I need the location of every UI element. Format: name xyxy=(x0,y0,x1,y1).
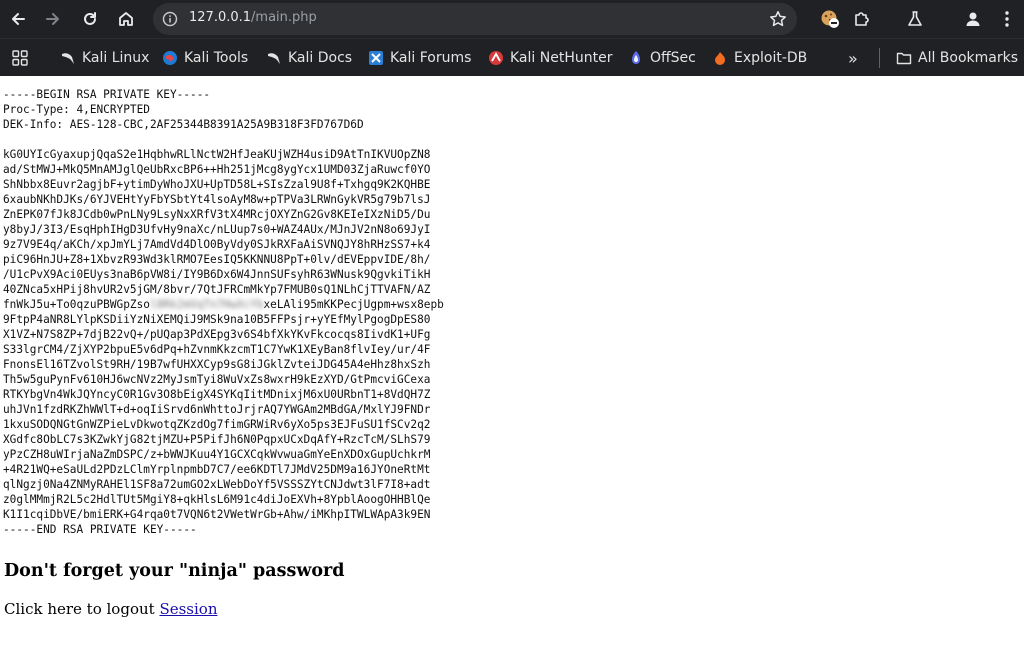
bookmark-kali-linux[interactable]: Kali Linux xyxy=(60,47,149,69)
bookmarks-bar: Kali Linux Kali Tools Kali Docs Kali For… xyxy=(0,38,1024,76)
kali-dragon-icon xyxy=(266,50,282,66)
key-line: piC96HnJU+Z8+1XbvzR93Wd3klRMO7EesIQ5KKNN… xyxy=(3,253,431,266)
menu-kebab-icon[interactable] xyxy=(995,7,1019,31)
overflow-label: » xyxy=(848,48,858,68)
bookmark-label: Kali Tools xyxy=(184,50,249,66)
exploit-db-icon xyxy=(712,50,728,66)
key-line: ShNbbx8Euvr2agjbF+ytimDyWhoJXU+UpTD58L+S… xyxy=(3,178,431,191)
bookmark-label: Exploit-DB xyxy=(734,50,808,66)
key-dek-info: DEK-Info: AES-128-CBC,2AF25344B8391A25A9… xyxy=(3,118,364,131)
key-line: X1VZ+N7S8ZP+7djB22vQ+/pUQap3PdXEpg3v6S4b… xyxy=(3,328,431,341)
bookmarks-divider xyxy=(879,48,880,68)
key-line: S33lgrCM4/ZjXYP2bpuE5v6dPq+hZvnmKkzcmT1C… xyxy=(3,343,431,356)
profile-avatar-icon[interactable] xyxy=(961,7,985,31)
labs-flask-icon[interactable] xyxy=(903,7,927,31)
key-line: z0glMMmjR2L5c2HdlTUt5MgiY8+qkHlsL6M91c4d… xyxy=(3,493,431,506)
kali-tools-icon xyxy=(162,50,178,66)
key-line: 9FtpP4aNR8LYlpKSDiiYzNiXEMQiJ9MSk9na10B5… xyxy=(3,313,431,326)
bookmark-label: Kali NetHunter xyxy=(510,50,613,66)
key-line: /U1cPvX9Aci0EUys3naB6pVW8i/IY9B6Dx6W4Jnn… xyxy=(3,268,431,281)
bookmark-kali-nethunter[interactable]: Kali NetHunter xyxy=(488,47,612,69)
key-line: yPzCZH8uWIrjaNaZmDSPC/z+bWWJKuu4Y1GCXCqk… xyxy=(3,448,431,461)
bookmark-label: OffSec xyxy=(650,50,696,66)
key-body-after: 9FtpP4aNR8LYlpKSDiiYzNiXEMQiJ9MSk9na10B5… xyxy=(3,313,430,521)
kali-forums-icon xyxy=(368,50,384,66)
folder-icon xyxy=(896,50,912,66)
bookmark-kali-tools[interactable]: Kali Tools xyxy=(162,47,248,69)
key-line: FnonsEl16TZvolSt9RH/19B7wfUHXXCyp9sG8iJG… xyxy=(3,358,431,371)
address-bar[interactable]: 127.0.0.1/main.php xyxy=(153,3,797,35)
cookie-extension-icon[interactable] xyxy=(818,7,842,31)
key-line: 9z7V9E4q/aKCh/xpJmYLj7AmdVd4DlO0ByVdy0SJ… xyxy=(3,238,431,251)
key-line: y8byJ/3I3/EsqHphIHgD3UfvHy9naXc/nLUup7s0… xyxy=(3,223,431,236)
redaction-blur: l8Rk2mVqTn7HwXcYb xyxy=(149,298,264,311)
key-footer-end: -----END RSA PRIVATE KEY----- xyxy=(3,523,197,536)
key-line: 6xaubNKhDJKs/6YJVEHtYyFbYSbtYt4lsoAyM8w+… xyxy=(3,193,431,206)
kali-dragon-icon xyxy=(60,50,76,66)
logout-paragraph: Click here to logout Session xyxy=(4,600,217,618)
key-proc-type: Proc-Type: 4,ENCRYPTED xyxy=(3,103,150,116)
rsa-private-key-block: -----BEGIN RSA PRIVATE KEY----- Proc-Typ… xyxy=(3,87,444,537)
key-line: RTKYbgVn4WkJQYncyC0R1Gv3O8bEigX4SYKqIitM… xyxy=(3,388,431,401)
session-logout-link[interactable]: Session xyxy=(159,600,217,618)
forward-icon[interactable] xyxy=(41,7,65,31)
key-line: K1I1cqiDbVE/bmiERK+G4rqa0t7VQN6t2VWetWrG… xyxy=(3,508,431,521)
ninja-password-notice: Don't forget your "ninja" password xyxy=(4,561,345,581)
bookmark-offsec[interactable]: OffSec xyxy=(628,47,696,69)
key-line-redacted-end: xeLAli95mKKPecjUgpm+wsx8epb xyxy=(263,298,444,311)
home-icon[interactable] xyxy=(114,7,138,31)
key-header-begin: -----BEGIN RSA PRIVATE KEY----- xyxy=(3,88,211,101)
key-body: kG0UYIcGyaxupjQqaS2e1HqbhwRLlNctW2HfJeaK… xyxy=(3,148,430,296)
key-line-redacted-start: fnWkJ5u+To0qzuPBWGpZso xyxy=(3,298,150,311)
key-line: kG0UYIcGyaxupjQqaS2e1HqbhwRLlNctW2HfJeaK… xyxy=(3,148,431,161)
reload-icon[interactable] xyxy=(78,7,102,31)
key-line: 40ZNca5xHPij8hvUR2v5jGM/8bvr/7QtJFRCmMkY… xyxy=(3,283,431,296)
url-text: 127.0.0.1/main.php xyxy=(189,10,317,25)
bookmark-exploit-db[interactable]: Exploit-DB xyxy=(712,47,807,69)
page-content: -----BEGIN RSA PRIVATE KEY----- Proc-Typ… xyxy=(0,76,1024,647)
key-line: uhJVn1fzdRKZhWWlT+d+oqIiSrvd6nWhttoJrjrA… xyxy=(3,403,431,416)
all-bookmarks-folder[interactable]: All Bookmarks xyxy=(896,47,1018,69)
key-line: Th5w5guPynFv610HJ6wcNVz2MyJsmTyi8WuVxZs8… xyxy=(3,373,431,386)
extensions-puzzle-icon[interactable] xyxy=(850,7,874,31)
bookmark-label: Kali Docs xyxy=(288,50,353,66)
url-host: 127.0.0.1 xyxy=(189,10,252,25)
browser-toolbar: 127.0.0.1/main.php xyxy=(0,0,1024,38)
bookmark-label: Kali Forums xyxy=(390,50,472,66)
key-line: qlNgzj0Na4ZNMyRAHEl1SF8a72umGO2xLWebDoYf… xyxy=(3,478,431,491)
key-line: 1kxuSODQNGtGnWZPieLvDkwotqZKzdOg7fimGRWi… xyxy=(3,418,431,431)
key-line-redacted: fnWkJ5u+To0qzuPBWGpZsol8Rk2mVqTn7HwXcYbx… xyxy=(3,298,444,311)
bookmark-label: Kali Linux xyxy=(82,50,150,66)
logout-text: Click here to logout xyxy=(4,600,160,618)
offsec-icon xyxy=(628,50,644,66)
nethunter-icon xyxy=(488,50,504,66)
key-line: ad/StMWJ+MkQ5MnAMJglQeUbRxcBP6++Hh251jMc… xyxy=(3,163,431,176)
key-line: +4R21WQ+eSaULd2PDzLClmYrplnpmbD7C7/ee6KD… xyxy=(3,463,431,476)
url-path: /main.php xyxy=(251,10,317,25)
key-line: ZnEPK07fJk8JCdb0wPnLNy9LsyNxXRfV3tX4MRcj… xyxy=(3,208,431,221)
bookmark-kali-docs[interactable]: Kali Docs xyxy=(266,47,352,69)
apps-grid-icon[interactable] xyxy=(12,50,28,70)
back-icon[interactable] xyxy=(6,7,30,31)
bookmarks-overflow-chevron[interactable]: » xyxy=(848,47,858,69)
site-info-icon[interactable] xyxy=(162,11,178,31)
bookmark-label: All Bookmarks xyxy=(918,50,1019,66)
bookmark-kali-forums[interactable]: Kali Forums xyxy=(368,47,471,69)
key-line: XGdfc8ObLC7s3KZwkYjG82tjMZU+P5PifJh6N0Pq… xyxy=(3,433,431,446)
bookmark-star-icon[interactable] xyxy=(769,10,787,32)
